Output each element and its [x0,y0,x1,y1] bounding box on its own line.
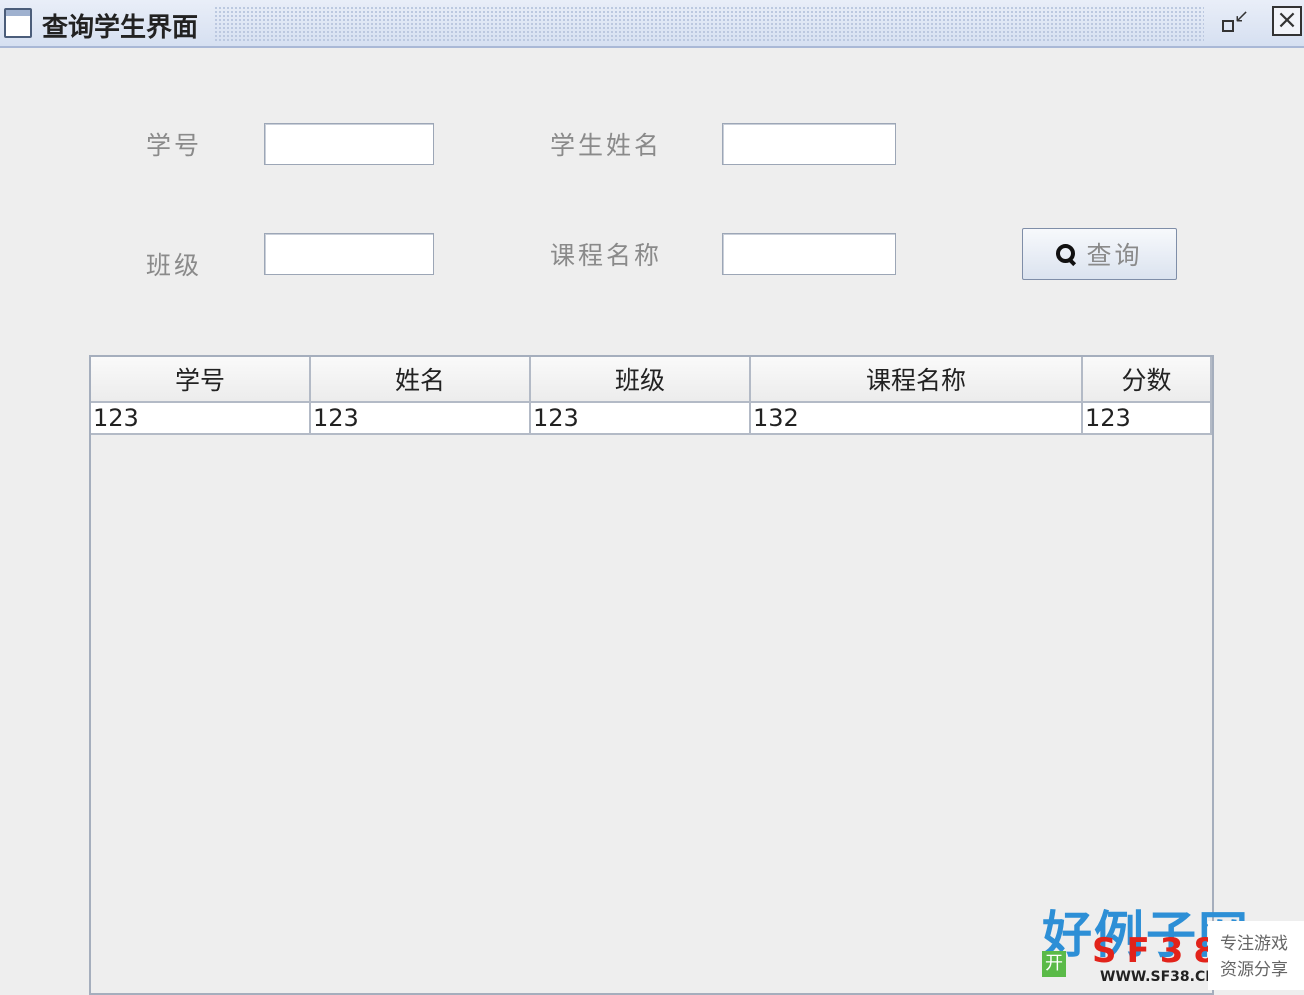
column-header-score[interactable]: 分数 [1083,357,1212,403]
watermark: 好例子网 开 SF38 WWW.SF38.CN 专注游戏 资源分享 [1042,895,1304,990]
restore-button[interactable]: ↙ [1218,6,1252,38]
watermark-tag-line-1: 专注游戏 [1220,934,1288,954]
class-input[interactable] [264,233,434,275]
close-button[interactable]: × [1272,6,1302,36]
table-row[interactable]: 123 123 123 132 123 [91,403,1212,435]
table-cell[interactable]: 123 [311,403,531,435]
student-id-label: 学号 [146,131,203,160]
course-name-label: 课程名称 [550,241,663,270]
watermark-open-badge: 开 [1042,951,1066,977]
watermark-tag-line-2: 资源分享 [1220,960,1288,980]
class-label: 班级 [146,251,203,280]
course-name-input[interactable] [722,233,896,275]
table-cell[interactable]: 123 [1083,403,1212,435]
title-bar-texture [214,6,1204,42]
table-cell[interactable]: 132 [751,403,1083,435]
table-cell[interactable]: 123 [91,403,311,435]
table-header: 学号 姓名 班级 课程名称 分数 [91,357,1212,403]
column-header-class[interactable]: 班级 [531,357,751,403]
restore-icon [1222,20,1234,32]
window-icon [4,8,32,38]
window-title: 查询学生界面 [42,13,199,43]
watermark-url: WWW.SF38.CN [1100,969,1217,985]
restore-arrow-icon: ↙ [1234,6,1250,27]
student-id-input[interactable] [264,123,434,165]
table-cell[interactable]: 123 [531,403,751,435]
search-button-label: 查询 [1086,241,1143,270]
watermark-brand: SF38 [1092,931,1228,971]
column-header-course-name[interactable]: 课程名称 [751,357,1083,403]
student-name-label: 学生姓名 [550,131,663,160]
student-name-input[interactable] [722,123,896,165]
search-button[interactable]: 查询 [1022,228,1177,280]
column-header-student-id[interactable]: 学号 [91,357,311,403]
column-header-name[interactable]: 姓名 [311,357,531,403]
magnifier-icon [1056,244,1076,264]
title-bar[interactable]: 查询学生界面 ↙ × [0,0,1304,48]
